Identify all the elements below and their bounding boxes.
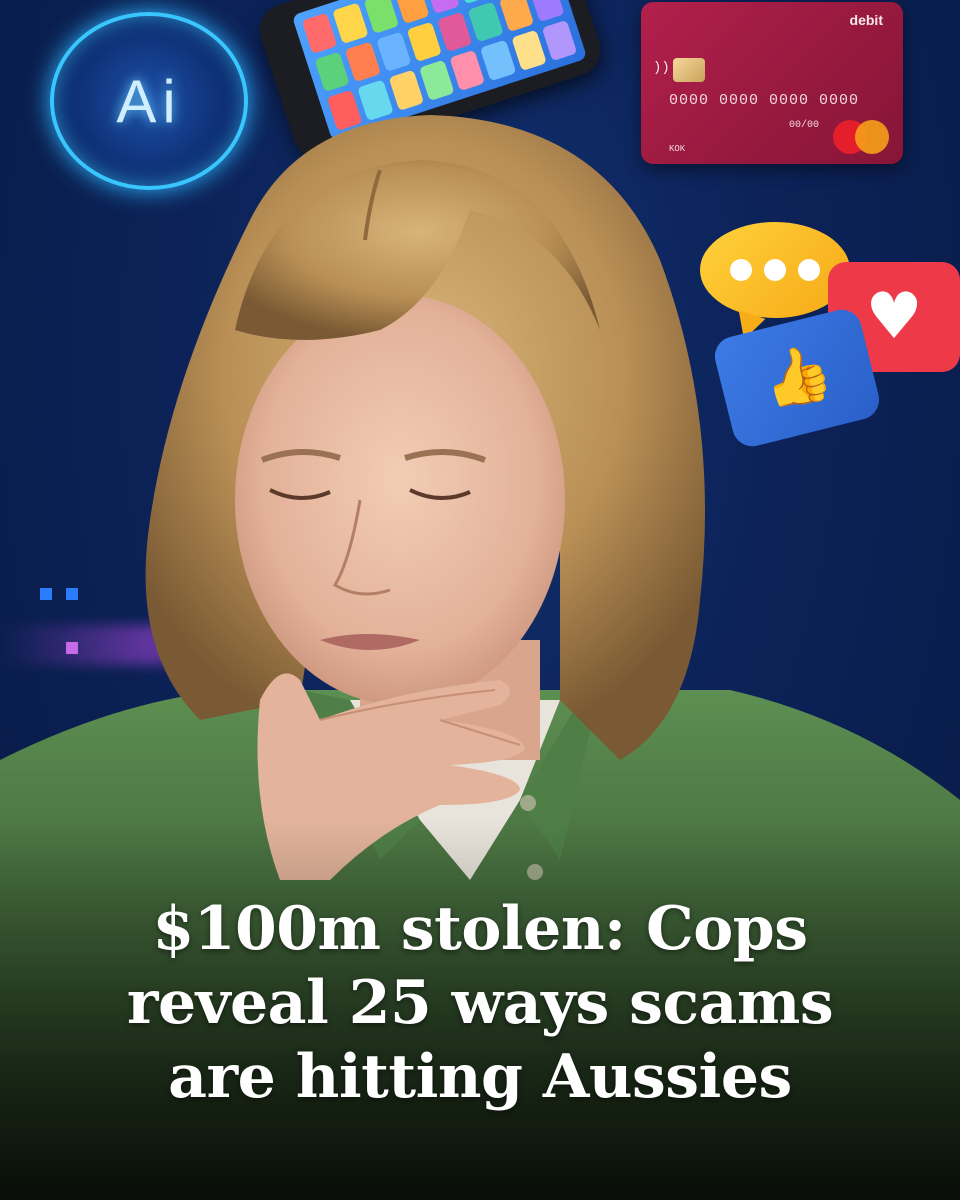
headline-line: are hitting Aussies [168,1042,792,1112]
headline: $100m stolen: Cops reveal 25 ways scams … [0,892,960,1114]
news-graphic: Ai debit )) 0000 0000 0000 0000 00/00 KO… [0,0,960,1200]
headline-line: reveal 25 ways scams [126,968,834,1038]
headline-line: $100m stolen: Cops [152,894,808,964]
